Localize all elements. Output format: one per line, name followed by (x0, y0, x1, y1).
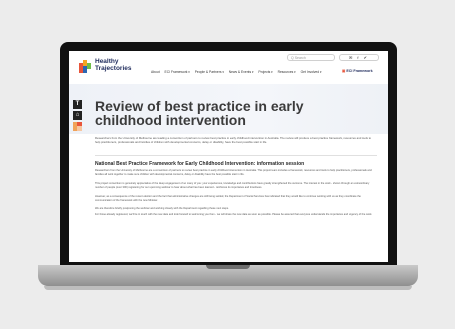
site-header: Healthy Trajectories Q Search ✉ f ✔ Abou… (69, 51, 388, 84)
divider (95, 155, 377, 156)
nav-eci-framework[interactable]: ECI Framework (165, 70, 190, 74)
search-input[interactable]: Q Search (287, 54, 335, 61)
intro-paragraph: Researchers from the University of Melbo… (95, 136, 372, 144)
nav-resources[interactable]: Resources (278, 70, 296, 74)
eci-framework-label: ECI Framework (346, 69, 373, 73)
bookmark-icon[interactable]: T (73, 100, 82, 109)
body-paragraph-3: However, as a consequence of the recent … (95, 195, 361, 202)
nav-get-involved[interactable]: Get Involved (301, 70, 322, 74)
main-nav: About ECI Framework People & Partners Ne… (151, 70, 325, 74)
laptop-screen: Healthy Trajectories Q Search ✉ f ✔ Abou… (69, 51, 388, 262)
home-icon[interactable]: ⌂ (73, 111, 82, 120)
search-placeholder: Q Search (291, 56, 306, 60)
nav-about[interactable]: About (151, 70, 160, 74)
nav-news-events[interactable]: News & Events (229, 70, 254, 74)
logo-icon[interactable] (79, 60, 93, 76)
site-logo-text[interactable]: Healthy Trajectories (95, 58, 132, 72)
body-paragraph-5: For those already registered, we'll be i… (95, 213, 373, 216)
body-paragraph-1: Researchers from the University of Melbo… (95, 169, 372, 176)
sidebar: T ⌂ (73, 100, 82, 131)
page-title: Review of best practice in early childho… (95, 98, 304, 128)
logo-line2: Trajectories (95, 64, 132, 72)
laptop-notch (206, 265, 250, 269)
social-links[interactable]: ✉ f ✔ (339, 54, 379, 61)
section-title: National Best Practice Framework for Ear… (95, 161, 305, 167)
nav-projects[interactable]: Projects (258, 70, 272, 74)
body-paragraph-2: This project consortium is genuinely app… (95, 182, 370, 189)
eci-logo-icon: ▣ (342, 69, 346, 73)
eci-framework-button[interactable]: ▣ ECI Framework (342, 69, 373, 73)
laptop-base-shadow (44, 286, 412, 290)
body-paragraph-4: We are therefore briefly postponing the … (95, 207, 229, 210)
color-blocks-icon (73, 122, 82, 131)
nav-people-partners[interactable]: People & Partners (195, 70, 224, 74)
